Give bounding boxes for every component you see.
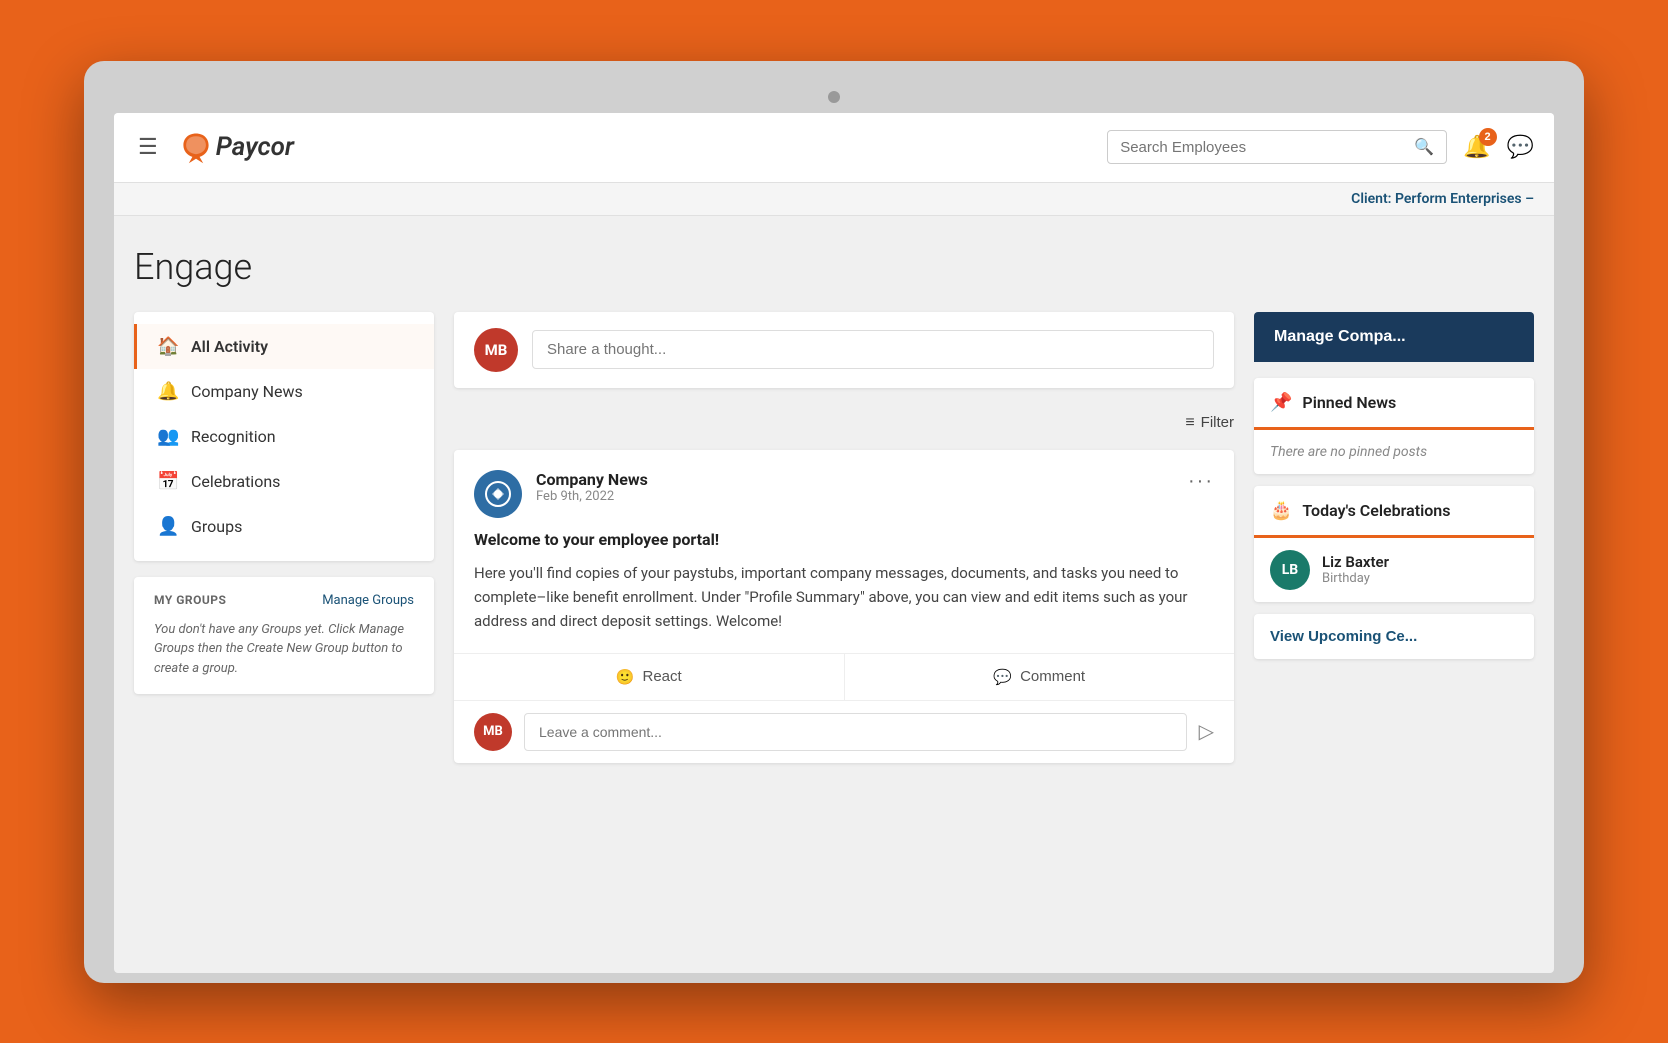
celebration-avatar: LB: [1270, 550, 1310, 590]
client-name[interactable]: Perform Enterprises –: [1395, 191, 1534, 207]
filter-bar: ≡ Filter: [454, 404, 1234, 442]
sidebar-item-label: All Activity: [191, 337, 268, 356]
filter-button[interactable]: ≡ Filter: [1185, 414, 1234, 432]
composer-input[interactable]: [532, 330, 1214, 369]
content-wrapper: 🏠 All Activity 🔔 Company News 👥 Recognit…: [134, 312, 1534, 763]
post-actions: 🙂 React 💬 Comment: [454, 653, 1234, 700]
sidebar-nav: 🏠 All Activity 🔔 Company News 👥 Recognit…: [134, 312, 434, 561]
post-date: Feb 9th, 2022: [536, 489, 1174, 504]
manage-groups-link[interactable]: Manage Groups: [322, 593, 414, 608]
celebration-info: Liz Baxter Birthday: [1322, 553, 1389, 586]
post-header: Company News Feb 9th, 2022 ···: [454, 450, 1234, 530]
emoji-icon: 🙂: [616, 668, 635, 686]
celebrations-panel: 🎂 Today's Celebrations LB Liz Baxter Bir…: [1254, 486, 1534, 602]
messages-button[interactable]: 💬: [1507, 134, 1534, 160]
post-card: Company News Feb 9th, 2022 ··· Welcome t…: [454, 450, 1234, 763]
react-button[interactable]: 🙂 React: [454, 654, 845, 700]
my-groups-header: MY GROUPS Manage Groups: [154, 593, 414, 608]
manage-company-button[interactable]: Manage Compa...: [1254, 312, 1534, 362]
comment-icon: 💬: [993, 668, 1012, 686]
chat-icon: 💬: [1507, 134, 1534, 159]
client-label: Client:: [1351, 191, 1391, 207]
pinned-empty-text: There are no pinned posts: [1270, 444, 1518, 460]
comment-input[interactable]: [524, 713, 1187, 751]
person-icon: 👤: [157, 516, 179, 537]
paycor-logo: Paycor: [178, 129, 294, 165]
sidebar-item-label: Company News: [191, 382, 303, 401]
post-text: Here you'll find copies of your paystubs…: [474, 561, 1214, 633]
filter-icon: ≡: [1185, 414, 1194, 432]
left-sidebar: 🏠 All Activity 🔔 Company News 👥 Recognit…: [134, 312, 434, 763]
sidebar-item-label: Recognition: [191, 427, 276, 446]
comment-button[interactable]: 💬 Comment: [845, 654, 1235, 700]
page-title: Engage: [134, 246, 1534, 288]
post-meta: Company News Feb 9th, 2022: [536, 470, 1174, 504]
search-icon: 🔍: [1414, 139, 1434, 156]
my-groups-section: MY GROUPS Manage Groups You don't have a…: [134, 577, 434, 695]
sidebar-item-company-news[interactable]: 🔔 Company News: [134, 369, 434, 414]
celebrations-header: 🎂 Today's Celebrations: [1254, 486, 1534, 538]
main-content: Engage 🏠 All Activity 🔔 Company News: [114, 216, 1554, 783]
home-icon: 🏠: [157, 336, 179, 357]
celebrations-icon: 🎂: [1270, 500, 1292, 521]
nav-icons: 🔔 2 💬: [1463, 134, 1534, 160]
celebrations-title: Today's Celebrations: [1302, 501, 1450, 520]
comment-submit-button[interactable]: ▷: [1199, 719, 1214, 744]
filter-label: Filter: [1201, 414, 1234, 431]
pinned-news-title: Pinned News: [1302, 393, 1396, 412]
pinned-news-body: There are no pinned posts: [1254, 430, 1534, 474]
sidebar-item-all-activity[interactable]: 🏠 All Activity: [134, 324, 434, 369]
post-author: Company News: [536, 470, 1174, 489]
celebration-item: LB Liz Baxter Birthday: [1254, 538, 1534, 602]
paycor-logo-text: Paycor: [216, 132, 294, 162]
post-composer: MB: [454, 312, 1234, 388]
menu-button[interactable]: ☰: [134, 130, 162, 164]
screen: ☰ Paycor 🔍 🔔 2: [114, 113, 1554, 973]
search-bar: 🔍: [1107, 130, 1447, 164]
my-groups-empty-text: You don't have any Groups yet. Click Man…: [154, 620, 414, 679]
send-icon: ▷: [1199, 721, 1214, 743]
post-menu-button[interactable]: ···: [1188, 470, 1214, 493]
post-body: Welcome to your employee portal! Here yo…: [454, 530, 1234, 653]
hamburger-icon: ☰: [138, 134, 158, 159]
sidebar-item-label: Groups: [191, 517, 242, 536]
celebration-name: Liz Baxter: [1322, 553, 1389, 571]
react-label: React: [643, 668, 682, 685]
my-groups-label: MY GROUPS: [154, 593, 226, 607]
sidebar-item-label: Celebrations: [191, 472, 280, 491]
composer-avatar: MB: [474, 328, 518, 372]
comment-avatar: MB: [474, 713, 512, 751]
pinned-news-panel: 📌 Pinned News There are no pinned posts: [1254, 378, 1534, 474]
comment-label: Comment: [1020, 668, 1085, 685]
bell-outline-icon: 🔔: [157, 381, 179, 402]
calendar-icon: 📅: [157, 471, 179, 492]
notification-badge: 2: [1479, 128, 1497, 146]
company-news-icon: [484, 480, 512, 508]
search-input[interactable]: [1120, 139, 1414, 156]
sidebar-item-recognition[interactable]: 👥 Recognition: [134, 414, 434, 459]
search-button[interactable]: 🔍: [1414, 137, 1434, 157]
client-bar: Client: Perform Enterprises –: [114, 183, 1554, 216]
post-title: Welcome to your employee portal!: [474, 530, 1214, 549]
sidebar-item-groups[interactable]: 👤 Groups: [134, 504, 434, 549]
paycor-logo-icon: [178, 129, 214, 165]
view-upcoming-button[interactable]: View Upcoming Ce...: [1254, 614, 1534, 659]
pin-icon: 📌: [1270, 392, 1292, 413]
laptop-frame: ☰ Paycor 🔍 🔔 2: [84, 61, 1584, 983]
right-sidebar: Manage Compa... 📌 Pinned News There are …: [1254, 312, 1534, 763]
center-feed: MB ≡ Filter: [454, 312, 1234, 763]
comment-section: MB ▷: [454, 700, 1234, 763]
top-nav: ☰ Paycor 🔍 🔔 2: [114, 113, 1554, 183]
celebration-type: Birthday: [1322, 571, 1389, 586]
pinned-news-header: 📌 Pinned News: [1254, 378, 1534, 430]
notifications-button[interactable]: 🔔 2: [1463, 134, 1490, 160]
post-avatar: [474, 470, 522, 518]
sidebar-item-celebrations[interactable]: 📅 Celebrations: [134, 459, 434, 504]
camera: [828, 91, 840, 103]
people-icon: 👥: [157, 426, 179, 447]
